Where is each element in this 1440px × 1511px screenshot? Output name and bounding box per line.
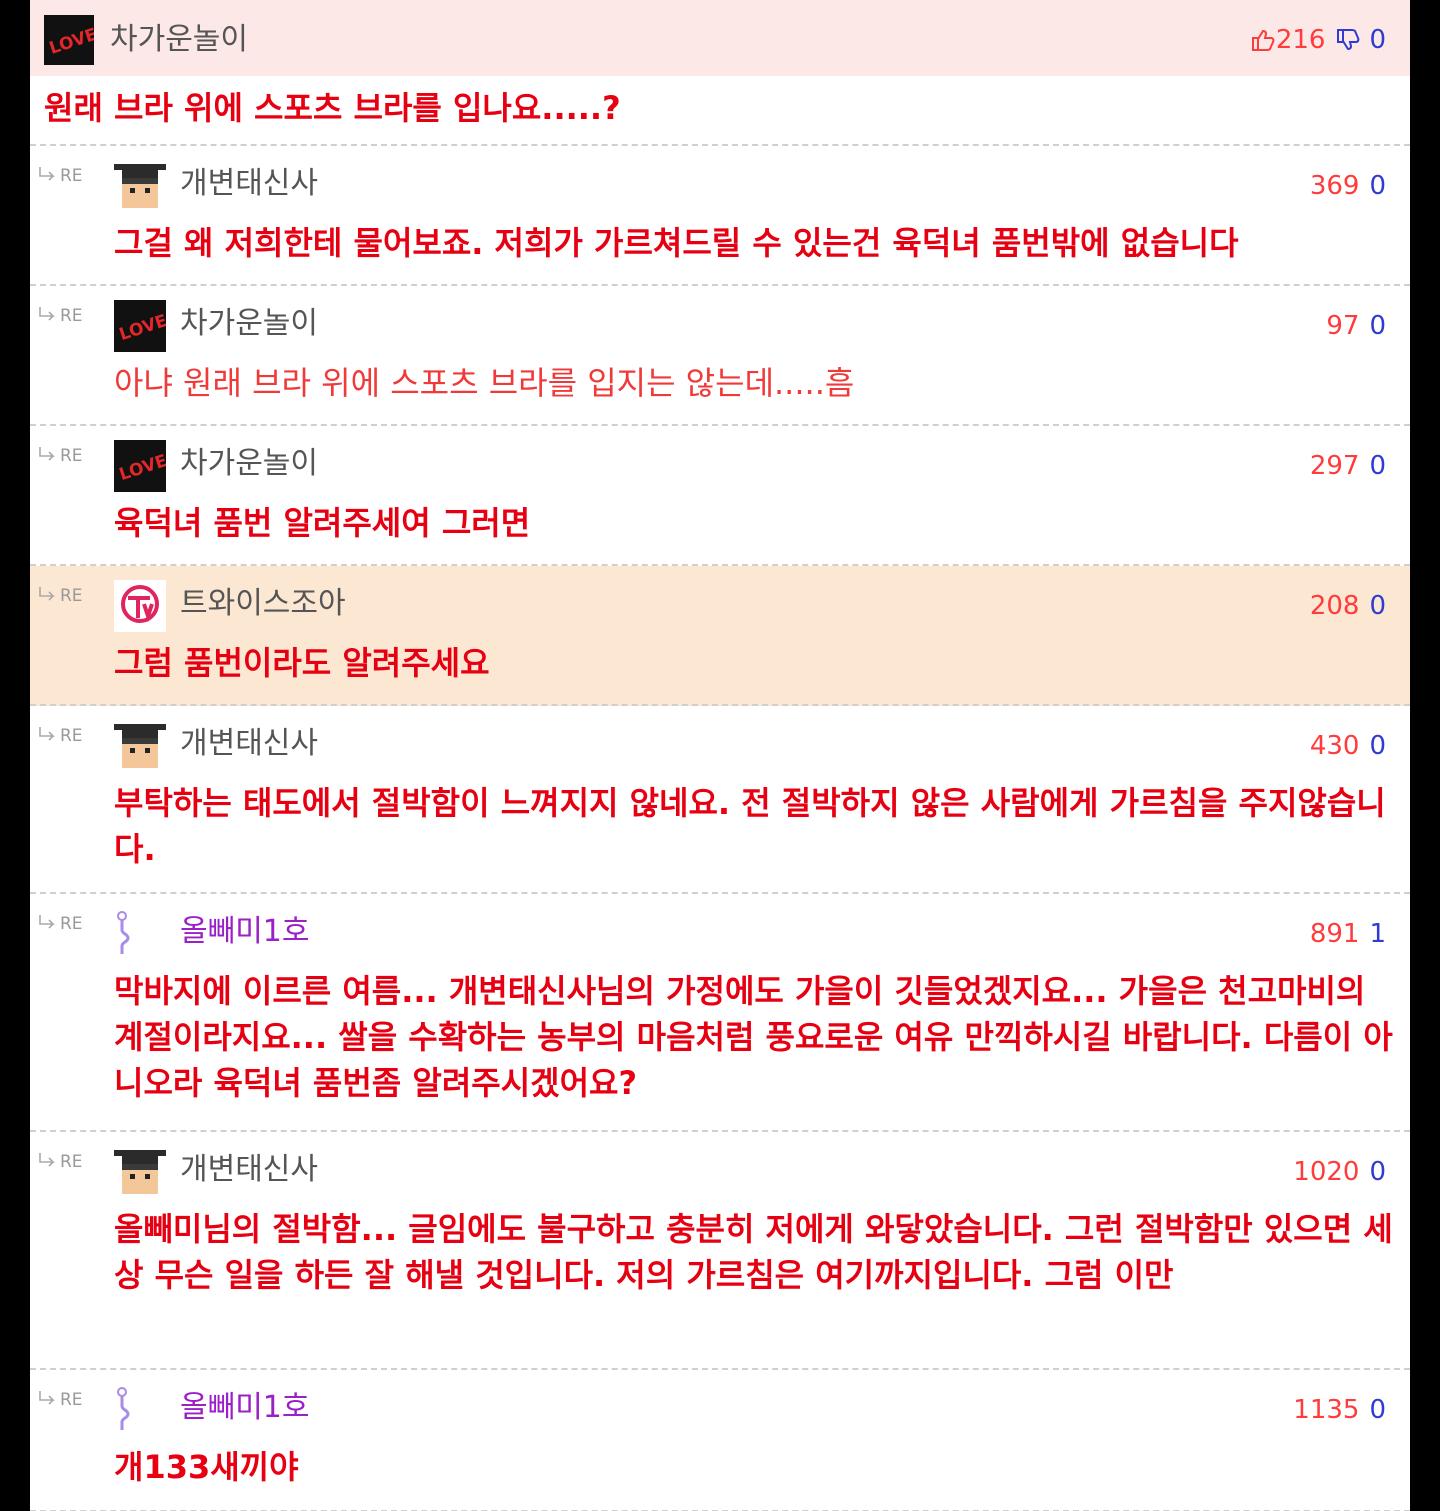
comment-item-highlighted: RE 트와이스조아 208 0 그럼 품번이라도 알려주세요 [30, 566, 1410, 706]
like-count[interactable]: 1020 [1293, 1157, 1359, 1187]
comment-author[interactable]: 트와이스조아 [180, 584, 346, 624]
reply-indicator: RE [38, 446, 83, 466]
comment-item: RE 올빼미1호 1135 0 개133새끼야 [30, 1370, 1410, 1511]
reply-arrow-icon [39, 727, 55, 741]
pixel-gentleman-avatar-icon[interactable] [114, 720, 166, 772]
reply-indicator: RE [38, 1390, 83, 1410]
comment-item: RE 개변태신사 1020 0 올빼미님의 절박함... 글임에도 불구하고 충분… [30, 1132, 1410, 1370]
comment-votes: 1020 0 [1293, 1156, 1386, 1188]
comment-text: 부탁하는 태도에서 절박함이 느껴지지 않네요. 전 절박하지 않은 사람에게 … [114, 784, 1386, 868]
like-count[interactable]: 297 [1310, 451, 1360, 481]
dislike-count[interactable]: 1 [1369, 919, 1386, 949]
post-like-count: 216 [1275, 25, 1326, 55]
reply-arrow-icon [39, 915, 55, 929]
reply-indicator: RE [38, 914, 83, 934]
comment-text: 막바지에 이르른 여름... 개변태신사님의 가정에도 가을이 깃들었겠지요..… [114, 972, 1393, 1102]
dislike-count[interactable]: 0 [1369, 451, 1386, 481]
comment-author[interactable]: 차가운놀이 [180, 304, 318, 344]
reply-label: RE [60, 166, 83, 186]
comment-votes: 97 0 [1326, 310, 1386, 342]
dislike-count[interactable]: 0 [1369, 731, 1386, 761]
comment-votes: 369 0 [1310, 170, 1386, 202]
reply-arrow-icon [39, 587, 55, 601]
comment-votes: 297 0 [1310, 450, 1386, 482]
dislike-count[interactable]: 0 [1369, 591, 1386, 621]
post-title-row: 원래 브라 위에 스포츠 브라를 입나요.....? [30, 76, 1410, 146]
comment-text: 개133새끼야 [114, 1448, 299, 1486]
like-count[interactable]: 369 [1310, 171, 1360, 201]
owl-figure-avatar-icon[interactable] [114, 908, 166, 960]
thumbs-down-icon[interactable] [1335, 27, 1361, 53]
reply-label: RE [60, 1152, 83, 1172]
comment-item: RE LOVE 차가운놀이 97 0 아냐 원래 브라 위에 스포츠 브라를 입지… [30, 286, 1410, 426]
post-title[interactable]: 원래 브라 위에 스포츠 브라를 입나요.....? [44, 86, 621, 130]
comment-text: 아냐 원래 브라 위에 스포츠 브라를 입지는 않는데.....흠 [114, 364, 855, 402]
comment-text: 그럼 품번이라도 알려주세요 [114, 644, 490, 682]
love-avatar-icon[interactable]: LOVE [114, 300, 166, 352]
comment-author[interactable]: 차가운놀이 [180, 444, 318, 484]
love-avatar-icon[interactable]: LOVE [114, 440, 166, 492]
reply-label: RE [60, 1390, 83, 1410]
reply-arrow-icon [39, 1391, 55, 1405]
comment-votes: 891 1 [1310, 918, 1386, 950]
reply-label: RE [60, 586, 83, 606]
like-count[interactable]: 208 [1310, 591, 1360, 621]
comment-author[interactable]: 개변태신사 [180, 1150, 318, 1190]
reply-label: RE [60, 306, 83, 326]
comment-item: RE 올빼미1호 891 1 막바지에 이르른 여름... 개변태신사님의 가정에… [30, 894, 1410, 1132]
reply-label: RE [60, 446, 83, 466]
post-header: LOVE 차가운놀이 216 0 [30, 0, 1410, 76]
dislike-count[interactable]: 0 [1369, 171, 1386, 201]
dislike-count[interactable]: 0 [1369, 1157, 1386, 1187]
reply-indicator: RE [38, 306, 83, 326]
reply-indicator: RE [38, 166, 83, 186]
comment-author[interactable]: 개변태신사 [180, 164, 318, 204]
comment-author[interactable]: 개변태신사 [180, 724, 318, 764]
owl-figure-avatar-icon[interactable] [114, 1384, 166, 1436]
reply-indicator: RE [38, 1152, 83, 1172]
post-author[interactable]: 차가운놀이 [110, 20, 248, 60]
twice-logo-avatar-icon[interactable] [114, 580, 166, 632]
comment-votes: 208 0 [1310, 590, 1386, 622]
post-votes: 216 0 [1250, 24, 1386, 56]
pixel-gentleman-avatar-icon[interactable] [114, 1146, 166, 1198]
dislike-count[interactable]: 0 [1369, 1395, 1386, 1425]
like-count[interactable]: 430 [1310, 731, 1360, 761]
reply-label: RE [60, 726, 83, 746]
post-dislike-count: 0 [1369, 25, 1386, 55]
comment-item: RE 개변태신사 369 0 그걸 왜 저희한테 물어보죠. 저희가 가르쳐드릴 … [30, 146, 1410, 286]
comment-item: RE 개변태신사 430 0 부탁하는 태도에서 절박함이 느껴지지 않네요. 전… [30, 706, 1410, 894]
comment-thread: LOVE 차가운놀이 216 0 원래 브라 위에 스포츠 브라를 입나요...… [30, 0, 1410, 1511]
reply-label: RE [60, 914, 83, 934]
like-count[interactable]: 891 [1310, 919, 1360, 949]
comment-votes: 1135 0 [1293, 1394, 1386, 1426]
thumbs-up-icon[interactable] [1250, 27, 1276, 53]
reply-arrow-icon [39, 1153, 55, 1167]
dislike-count[interactable]: 0 [1369, 311, 1386, 341]
comment-item: RE LOVE 차가운놀이 297 0 육덕녀 품번 알려주세여 그러면 [30, 426, 1410, 566]
comment-votes: 430 0 [1310, 730, 1386, 762]
comment-text: 그걸 왜 저희한테 물어보죠. 저희가 가르쳐드릴 수 있는건 육덕녀 품번밖에… [114, 224, 1239, 262]
comment-text: 육덕녀 품번 알려주세여 그러면 [114, 504, 531, 542]
reply-indicator: RE [38, 586, 83, 606]
comment-author[interactable]: 올빼미1호 [180, 912, 310, 952]
comment-text: 올빼미님의 절박함... 글임에도 불구하고 충분히 저에게 와닿았습니다. 그… [114, 1210, 1393, 1294]
like-count[interactable]: 97 [1326, 311, 1359, 341]
love-avatar-icon[interactable]: LOVE [44, 15, 94, 65]
reply-arrow-icon [39, 167, 55, 181]
reply-arrow-icon [39, 447, 55, 461]
pixel-gentleman-avatar-icon[interactable] [114, 160, 166, 212]
like-count[interactable]: 1135 [1293, 1395, 1359, 1425]
reply-indicator: RE [38, 726, 83, 746]
comment-author[interactable]: 올빼미1호 [180, 1388, 310, 1428]
reply-arrow-icon [39, 307, 55, 321]
